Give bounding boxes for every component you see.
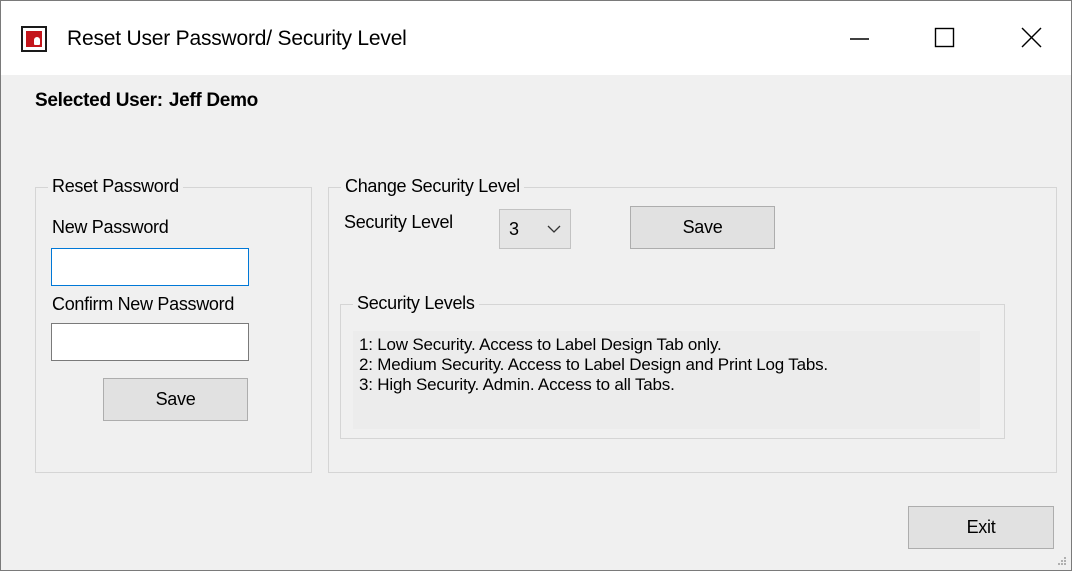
exit-button[interactable]: Exit	[908, 506, 1054, 549]
confirm-password-label: Confirm New Password	[52, 294, 235, 314]
app-icon[interactable]	[21, 26, 47, 52]
minimize-button[interactable]	[813, 1, 903, 75]
security-levels-list: 1: Low Security. Access to Label Design …	[353, 331, 980, 429]
dialog-window: Reset User Password/ Security Level Sele…	[0, 0, 1072, 571]
resize-grip-icon[interactable]	[1057, 556, 1067, 566]
app-icon-fill	[26, 31, 42, 47]
security-level-item-3: 3: High Security. Admin. Access to all T…	[359, 375, 675, 394]
selected-user-name: Jeff Demo	[168, 90, 258, 111]
security-levels-group-title: Security Levels	[353, 293, 479, 314]
chevron-down-icon	[547, 225, 561, 233]
save-security-button[interactable]: Save	[630, 206, 775, 249]
new-password-label: New Password	[52, 217, 169, 237]
save-password-button[interactable]: Save	[103, 378, 248, 421]
security-level-item-1: 1: Low Security. Access to Label Design …	[359, 335, 722, 354]
security-level-value: 3	[509, 219, 520, 239]
security-level-item-2: 2: Medium Security. Access to Label Desi…	[359, 355, 828, 374]
new-password-input[interactable]	[51, 248, 249, 286]
confirm-password-input[interactable]	[51, 323, 249, 361]
close-icon	[1021, 27, 1042, 48]
change-security-group-title: Change Security Level	[341, 176, 524, 197]
close-button[interactable]	[983, 1, 1071, 75]
security-level-select[interactable]: 3	[499, 209, 571, 249]
selected-user: Selected User: Jeff Demo	[35, 90, 258, 112]
minimize-icon	[850, 38, 869, 40]
title-bar[interactable]: Reset User Password/ Security Level	[1, 1, 1071, 75]
maximize-button[interactable]	[898, 1, 988, 75]
maximize-icon	[934, 27, 955, 48]
selected-user-label: Selected User:	[35, 90, 163, 111]
window-title: Reset User Password/ Security Level	[67, 27, 407, 50]
security-level-label: Security Level	[344, 212, 453, 232]
app-icon-glyph	[34, 37, 40, 45]
reset-password-group-title: Reset Password	[48, 176, 183, 197]
